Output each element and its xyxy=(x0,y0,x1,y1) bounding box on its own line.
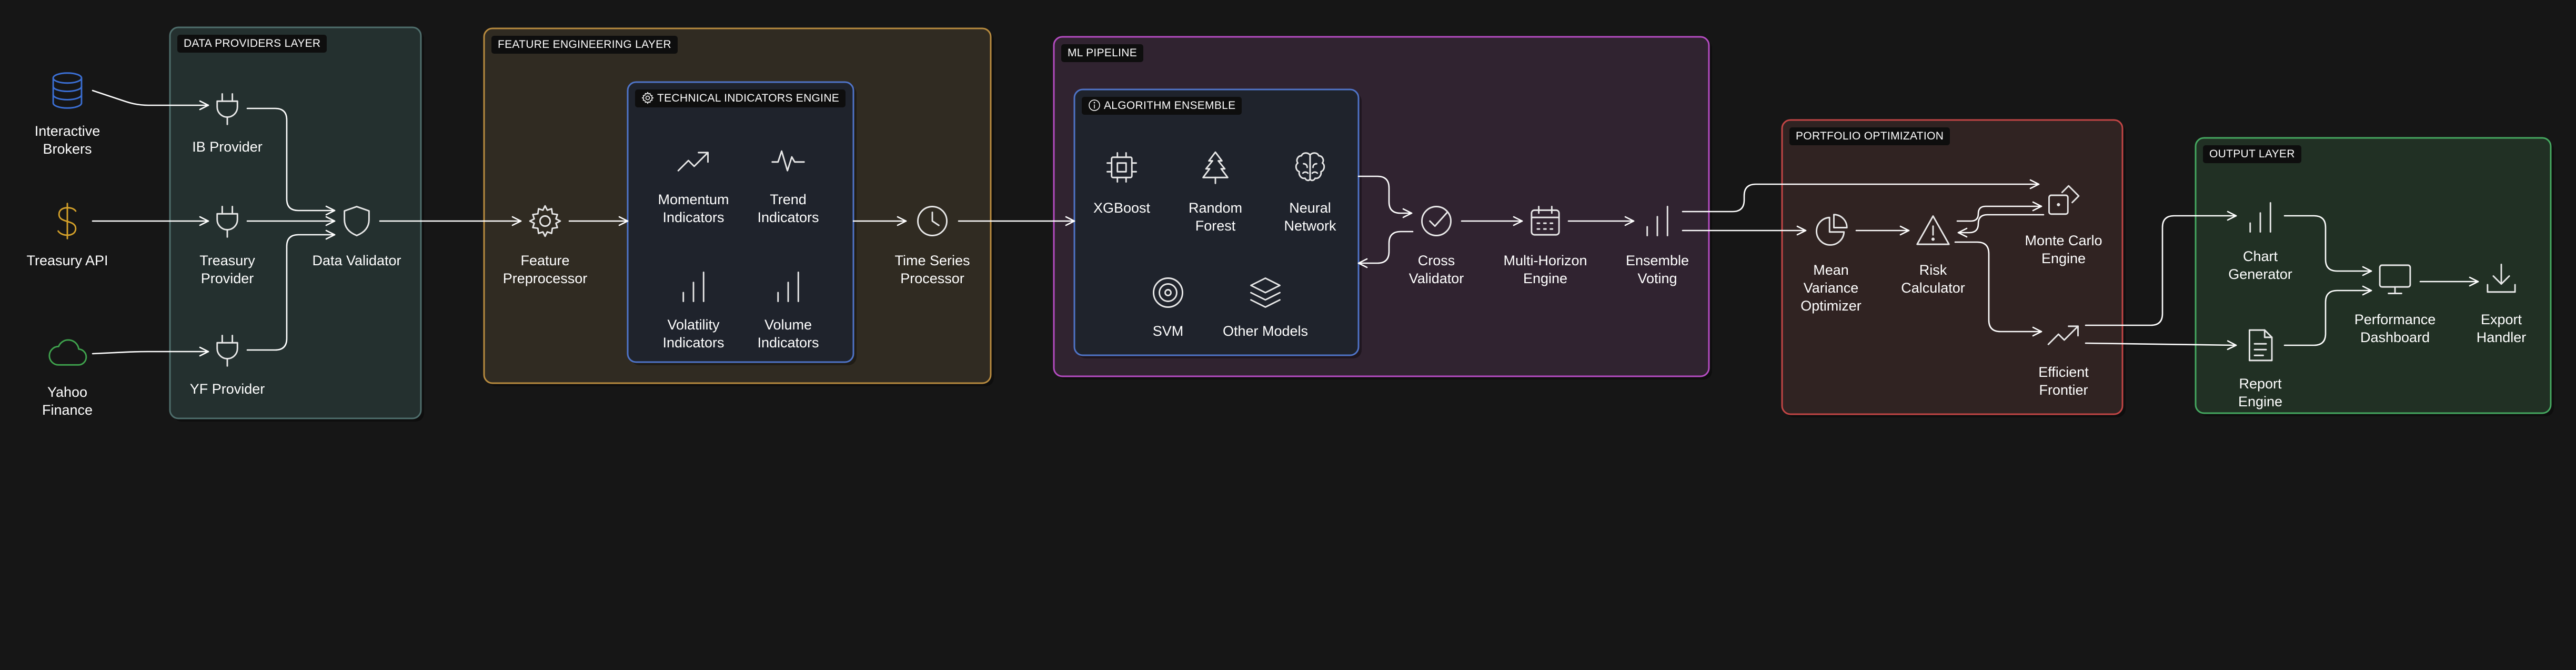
info-icon xyxy=(1089,99,1100,111)
node-label-export-handler: Export Handler xyxy=(2476,312,2527,345)
architecture-diagram: DATA PROVIDERS LAYER FEATURE ENGINEERING … xyxy=(0,0,2576,670)
group-title-data-providers: DATA PROVIDERS LAYER xyxy=(177,35,327,53)
node-label-neural-network: Neural Network xyxy=(1284,200,1336,234)
group-data-providers xyxy=(169,26,422,419)
group-title-feature-engineering: FEATURE ENGINEERING LAYER xyxy=(491,36,678,54)
node-label-other-models: Other Models xyxy=(1222,323,1309,339)
node-label-treasury-provider: Treasury Provider xyxy=(199,253,255,286)
node-label-yahoo-finance: Yahoo Finance xyxy=(42,384,93,418)
database-icon xyxy=(52,72,83,109)
cloud-icon xyxy=(48,339,87,366)
node-label-treasury-api: Treasury API xyxy=(26,253,108,268)
node-label-volume-indicators: Volume Indicators xyxy=(757,317,819,351)
node-label-risk-calculator: Risk Calculator xyxy=(1901,262,1965,296)
node-label-trend-indicators: Trend Indicators xyxy=(757,192,819,225)
group-title-text: ML PIPELINE xyxy=(1068,47,1138,59)
group-title-text: OUTPUT LAYER xyxy=(2209,148,2295,160)
group-title-portfolio-optimization: PORTFOLIO OPTIMIZATION xyxy=(1789,127,1950,145)
group-title-text: FEATURE ENGINEERING LAYER xyxy=(498,38,671,51)
group-title-text: ALGORITHM ENSEMBLE xyxy=(1104,99,1236,112)
node-label-yf-provider: YF Provider xyxy=(189,381,265,397)
node-label-chart-generator: Chart Generator xyxy=(2228,248,2292,282)
group-title-ml-pipeline: ML PIPELINE xyxy=(1061,44,1144,62)
gear-icon xyxy=(641,92,654,104)
group-title-text: DATA PROVIDERS LAYER xyxy=(184,37,321,49)
node-label-ensemble-voting: Ensemble Voting xyxy=(1625,253,1689,286)
node-label-ib-provider: IB Provider xyxy=(192,139,263,155)
node-label-efficient-frontier: Efficient Frontier xyxy=(2038,364,2089,398)
node-label-interactive-brokers: Interactive Brokers xyxy=(34,123,100,157)
node-label-feature-preprocessor: Feature Preprocessor xyxy=(502,253,588,286)
dollar-icon xyxy=(57,203,77,239)
group-title-technical-indicators: TECHNICAL INDICATORS ENGINE xyxy=(635,89,846,107)
node-label-report-engine: Report Engine xyxy=(2238,376,2283,409)
group-title-text: TECHNICAL INDICATORS ENGINE xyxy=(657,92,840,104)
group-title-output: OUTPUT LAYER xyxy=(2203,145,2301,163)
node-label-data-validator: Data Validator xyxy=(312,253,401,268)
group-title-text: PORTFOLIO OPTIMIZATION xyxy=(1796,130,1944,142)
group-title-algorithm-ensemble: ALGORITHM ENSEMBLE xyxy=(1082,97,1242,115)
node-label-time-series-processor: Time Series Processor xyxy=(894,253,970,286)
node-label-monte-carlo-engine: Monte Carlo Engine xyxy=(2025,233,2102,266)
